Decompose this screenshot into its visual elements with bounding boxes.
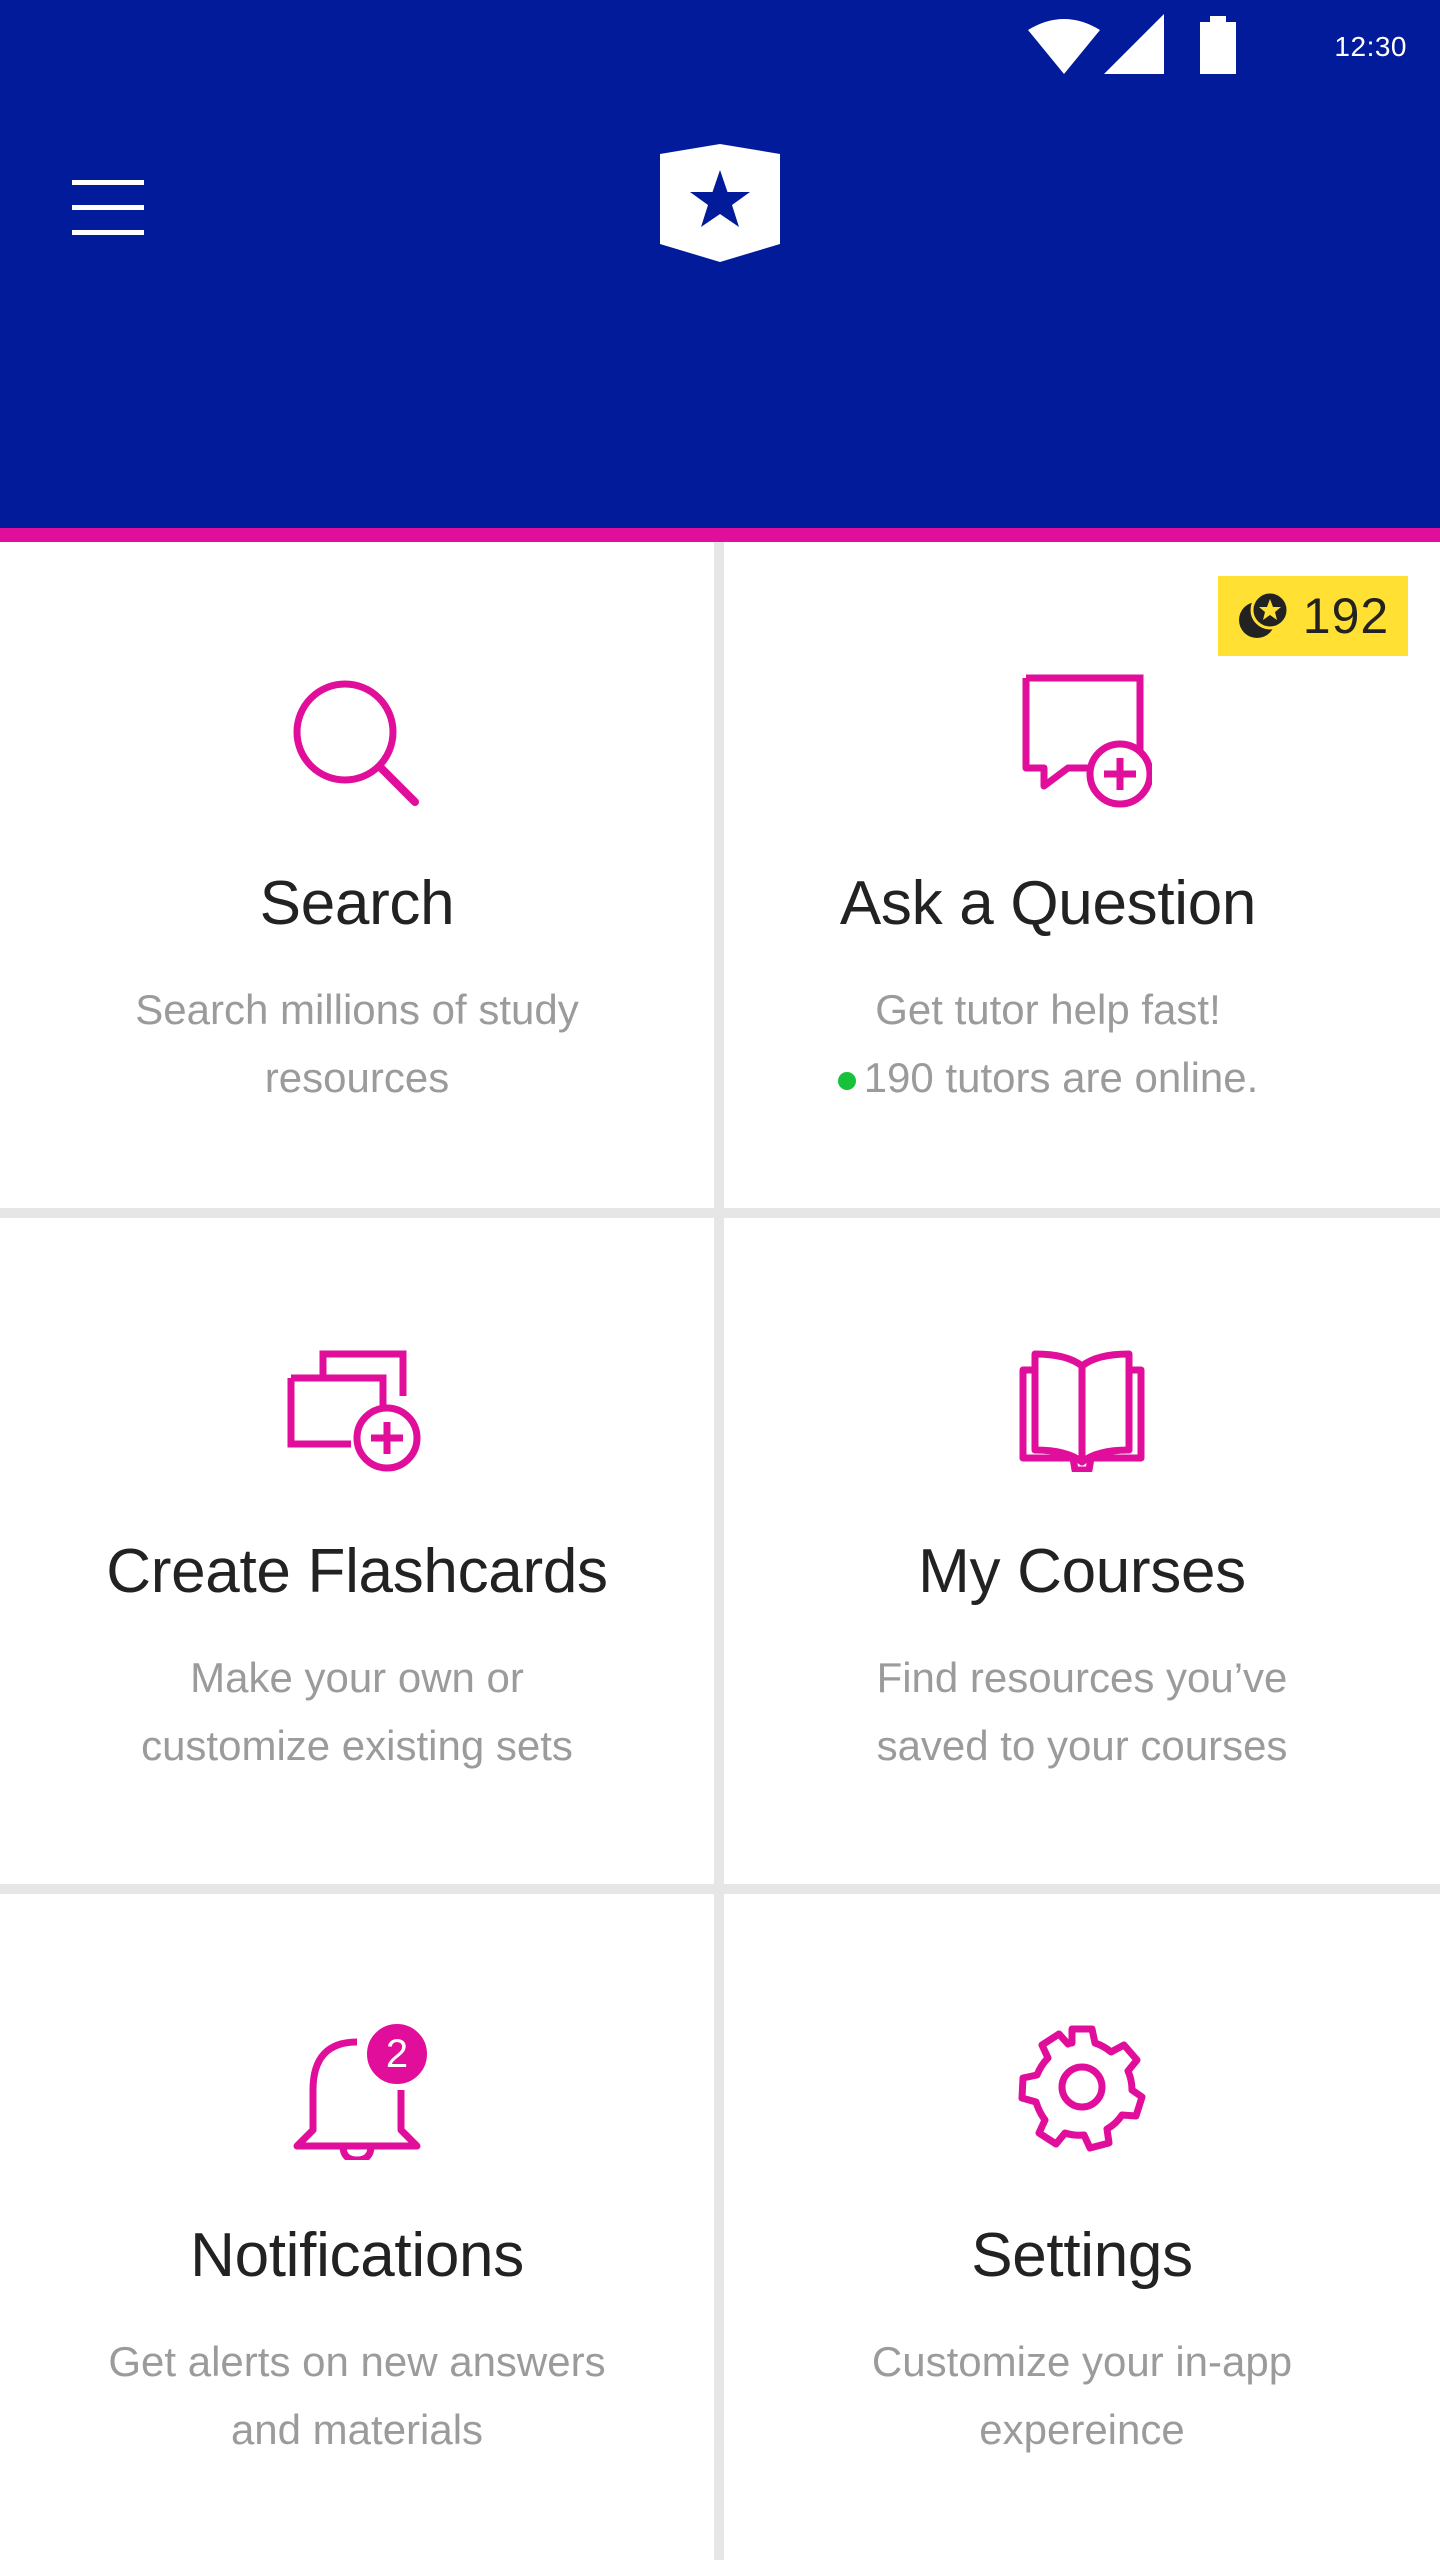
tile-title: My Courses [918,1537,1246,1606]
tile-title: Search [259,869,455,938]
tile-title: Create Flashcards [106,1537,608,1606]
chat-plus-icon [1012,674,1154,814]
tile-description: Make your own or customize existing sets [141,1654,573,1769]
battery-icon [1200,16,1236,74]
my-courses-tile[interactable]: My Courses Find resources you’ve saved t… [724,1218,1440,1884]
ask-question-tile[interactable]: 192 Ask a Question Get tutor help fast! … [724,542,1440,1208]
points-badge[interactable]: 192 [1218,576,1408,656]
search-icon [287,674,427,814]
flashcards-plus-icon [287,1350,427,1474]
open-book-icon [1017,1348,1147,1474]
notifications-tile[interactable]: 2 Notifications Get alerts on new answer… [0,1894,714,2560]
bell-icon: 2 [287,2020,431,2164]
app-logo [656,140,784,266]
points-value: 192 [1302,588,1390,644]
menu-button[interactable] [60,160,156,256]
app-header: 12:30 [0,0,1440,528]
tile-description: Find resources you’ve saved to your cour… [876,1654,1288,1769]
tile-title: Notifications [190,2221,524,2290]
tile-description: Search millions of study resources [135,986,579,1101]
shield-star-logo [660,144,780,262]
settings-tile[interactable]: Settings Customize your in-app expereinc… [724,1894,1440,2560]
create-flashcards-tile[interactable]: Create Flashcards Make your own or custo… [0,1218,714,1884]
tile-description: Get tutor help fast! 190 tutors are onli… [750,976,1346,1112]
notification-count-badge: 2 [363,2020,431,2088]
online-status-dot [837,1072,856,1090]
tile-title: Settings [971,2221,1193,2290]
tutors-online-text: 190 tutors are online. [863,1054,1259,1101]
tile-title: Ask a Question [839,869,1257,938]
wifi-icon [1028,19,1100,74]
search-tile[interactable]: Search Search millions of study resource… [0,542,714,1208]
coin-star-icon [1238,590,1289,638]
cellular-signal-icon [1104,14,1164,74]
hamburger-menu-icon [72,180,144,235]
tile-description: Get alerts on new answers and materials [108,2338,606,2453]
tile-description: Customize your in-app expereince [871,2338,1293,2453]
header-accent-bar [0,528,1440,542]
home-grid: Search Search millions of study resource… [0,542,1440,2560]
status-time: 12:30 [1334,31,1407,62]
gear-icon [1017,2022,1147,2152]
